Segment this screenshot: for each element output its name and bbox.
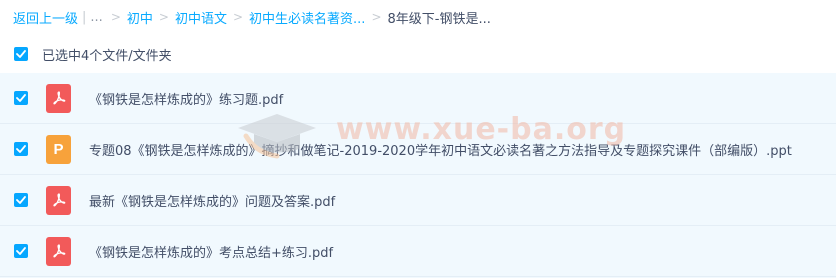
chevron-right-icon: > (232, 10, 244, 24)
selection-count-text: 已选中4个文件/文件夹 (42, 48, 172, 64)
file-name[interactable]: 《钢铁是怎样炼成的》考点总结+练习.pdf (89, 242, 333, 261)
chevron-right-icon: > (110, 10, 121, 24)
breadcrumb-item-classics[interactable]: 初中生必读名著资... (249, 8, 365, 27)
file-checkbox[interactable] (14, 142, 28, 156)
checkmark-icon (16, 247, 26, 255)
file-checkbox[interactable] (14, 91, 28, 105)
file-row[interactable]: 最新《钢铁是怎样炼成的》问题及答案.pdf (0, 175, 836, 226)
file-browser: 返回上一级 | ... > 初中 > 初中语文 > 初中生必读名著资... > … (0, 0, 836, 278)
breadcrumb-ellipsis[interactable]: ... (90, 10, 102, 25)
file-list: 《钢铁是怎样炼成的》练习题.pdf P 专题08《钢铁是怎样炼成的》摘抄和做笔记… (0, 73, 836, 278)
ppt-icon: P (46, 134, 71, 164)
pdf-icon (46, 185, 71, 215)
checkmark-icon (16, 196, 26, 204)
ppt-icon-letter: P (53, 140, 64, 158)
breadcrumb-current: 8年级下-钢铁是... (387, 11, 491, 27)
file-row[interactable]: P 专题08《钢铁是怎样炼成的》摘抄和做笔记-2019-2020学年初中语文必读… (0, 124, 836, 175)
checkmark-icon (16, 94, 26, 102)
pdf-icon (46, 83, 71, 113)
file-name[interactable]: 最新《钢铁是怎样炼成的》问题及答案.pdf (89, 191, 335, 210)
file-checkbox[interactable] (14, 193, 28, 207)
breadcrumb-item-chinese[interactable]: 初中语文 (175, 8, 227, 27)
back-link[interactable]: 返回上一级 (13, 8, 78, 27)
file-row[interactable]: 《钢铁是怎样炼成的》练习题.pdf (0, 73, 836, 124)
breadcrumb-item-junior[interactable]: 初中 (127, 8, 153, 27)
checkmark-icon (16, 50, 26, 58)
checkmark-icon (16, 145, 26, 153)
breadcrumb-divider: | (82, 9, 87, 25)
selection-header: 已选中4个文件/文件夹 (0, 39, 836, 69)
file-name[interactable]: 专题08《钢铁是怎样炼成的》摘抄和做笔记-2019-2020学年初中语文必读名著… (89, 140, 792, 159)
chevron-right-icon: > (371, 10, 382, 24)
pdf-icon (46, 236, 71, 266)
select-all-checkbox[interactable] (14, 47, 28, 61)
file-name[interactable]: 《钢铁是怎样炼成的》练习题.pdf (89, 89, 283, 108)
chevron-right-icon: > (158, 10, 169, 24)
file-checkbox[interactable] (14, 244, 28, 258)
file-row[interactable]: 《钢铁是怎样炼成的》考点总结+练习.pdf (0, 226, 836, 277)
breadcrumb: 返回上一级 | ... > 初中 > 初中语文 > 初中生必读名著资... > … (13, 7, 491, 27)
